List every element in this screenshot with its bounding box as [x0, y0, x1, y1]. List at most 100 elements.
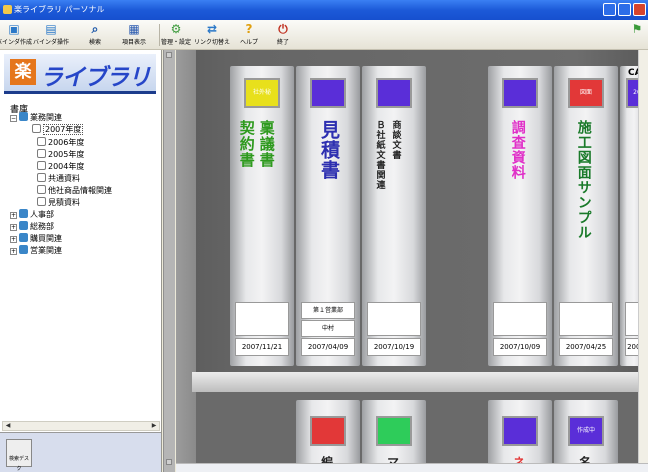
search-icon: ⌕ [91, 22, 99, 36]
tree-node[interactable]: 共通資料 [37, 173, 80, 184]
binder-title: 調査資料 [509, 120, 526, 180]
binder-spine[interactable]: 調査資料 2007/10/09 [488, 66, 552, 366]
tree-node[interactable]: 2004年度 [37, 161, 84, 172]
minimize-button[interactable] [603, 3, 616, 16]
binder-color-label [376, 78, 412, 108]
window-title: 楽ライブラリ パーソナル [14, 5, 105, 14]
binder-title: 見積書 [317, 120, 340, 180]
binder-icon [37, 137, 46, 146]
binder-spine[interactable]: 編 [296, 400, 360, 472]
toolbar: ▣ バインダ作成 ▤ バインダ操作 ⌕ 検索 ▦ 項目表示 ⚙ 管理・設定 ⇄ リンク切替え? ヘルプ ⏻… [0, 20, 648, 50]
right-toolbar-button[interactable]: ⚑ [628, 22, 646, 48]
grid-button[interactable]: ▦ 項目表示 [116, 22, 152, 48]
binder-icon [37, 185, 46, 194]
binder-icon [37, 173, 46, 182]
tree-node-label: 2007年度 [43, 124, 84, 135]
toolbar-label: ヘルプ [239, 39, 258, 46]
binder-spine[interactable]: Ｂ社紙文書関連 商談文書 2007/10/19 [362, 66, 426, 366]
tree-node-label: 他社商品情報関連 [48, 186, 112, 195]
binder-title: Ｂ社紙文書関連 [374, 120, 385, 190]
app-small-icon: ⚑ [631, 22, 643, 36]
left-bottom-panel: 検索デスク [0, 432, 161, 472]
binder-color-label: 社外秘 [244, 78, 280, 108]
maximize-button[interactable] [618, 3, 631, 16]
shelf-hscrollbar[interactable] [176, 463, 648, 472]
expand-toggle-icon[interactable]: − [10, 115, 17, 122]
expand-toggle-icon[interactable]: + [10, 248, 17, 255]
settings-button[interactable]: ⚙ 管理・設定 [158, 22, 194, 48]
binder-tag: 社外秘 [252, 89, 271, 96]
scroll-left-icon[interactable]: ◀ [3, 422, 13, 430]
toolbar-label: 管理・設定 [160, 39, 191, 46]
help-button[interactable]: ? ヘルプ [231, 22, 267, 48]
help-icon: ? [245, 22, 253, 36]
toolbar-label: リンク切替え [194, 39, 231, 46]
expand-toggle-icon[interactable]: + [10, 224, 17, 231]
binder-label-row: 第１営業部 [301, 302, 355, 319]
scroll-right-icon[interactable]: ▶ [149, 422, 159, 430]
tree-node[interactable]: 2005年度 [37, 149, 84, 160]
tree-hscrollbar[interactable]: ◀ ▶ [2, 421, 160, 431]
binder-label-box [559, 302, 613, 336]
binder-color-label [310, 78, 346, 108]
binder-label-box [493, 302, 547, 336]
folder-icon [19, 112, 28, 121]
tree-node[interactable]: + 総務部 [10, 221, 54, 232]
expand-toggle-icon[interactable]: + [10, 212, 17, 219]
binder-label-row: 中村 [301, 320, 355, 337]
tree-node[interactable]: + 購買関連 [10, 233, 62, 244]
folder-icon [19, 233, 28, 242]
search-button[interactable]: ⌕ 検索 [77, 22, 113, 48]
toolbar-label: バインダ操作 [33, 39, 70, 46]
toolbar-label: 終了 [276, 39, 289, 46]
tree-node-label: 業務関連 [30, 113, 62, 122]
close-button[interactable] [633, 3, 646, 16]
tree-node[interactable]: + 人事部 [10, 209, 54, 220]
tree-node[interactable]: 2006年度 [37, 137, 84, 148]
search-desk-button[interactable]: 検索デスク [6, 439, 32, 472]
toolbar-label: 検索 [88, 39, 101, 46]
exit-button[interactable]: ⏻ 終了 [265, 22, 301, 48]
binder-icon [37, 197, 46, 206]
tree-node[interactable]: + 営業関連 [10, 245, 62, 256]
toolbar-label: 項目表示 [121, 39, 146, 46]
toolbar-label: バインダ作成 [0, 39, 33, 46]
tree-node-label: 2005年度 [48, 150, 85, 159]
binder-spine[interactable]: 図面 施工図面サンプル 2007/04/25 [554, 66, 618, 366]
binder-spine[interactable]: 見積書 第１営業部 中村 2007/04/09 [296, 66, 360, 366]
binder-title: 施工図面サンプル [575, 120, 592, 240]
link-switch-button[interactable]: ⇄ リンク切替え [194, 22, 230, 48]
settings-icon: ⚙ [170, 22, 182, 36]
toolbar-separator [159, 24, 160, 46]
binder-date: 2007/10/09 [493, 338, 547, 356]
panel-splitter[interactable] [163, 50, 175, 472]
binder-tag: 作成中 [576, 427, 595, 434]
binder-date: 2007/11/21 [235, 338, 289, 356]
binder-operate-icon: ▤ [45, 22, 57, 36]
tree-node[interactable]: 2007年度 [32, 124, 84, 135]
splitter-grip[interactable] [166, 459, 172, 465]
binder-date: 2007/10/19 [367, 338, 421, 356]
exit-icon: ⏻ [278, 22, 288, 36]
title-bar: 楽ライブラリ パーソナル [0, 0, 648, 20]
shelf-side [176, 50, 196, 472]
tree-node[interactable]: 他社商品情報関連 [37, 185, 112, 196]
binder-spine[interactable]: 社外秘 契約書 稟議書 2007/11/21 [230, 66, 294, 366]
link-switch-icon: ⇄ [206, 22, 218, 36]
splitter-grip[interactable] [166, 52, 172, 58]
tree-node[interactable]: 見積資料 [37, 197, 80, 208]
folder-icon [19, 221, 28, 230]
tree-node[interactable]: − 業務関連 [10, 112, 62, 123]
binder-spine[interactable]: ネ [488, 400, 552, 472]
binder-tag: 図面 [579, 89, 592, 96]
binder-spine[interactable]: マ [362, 400, 426, 472]
binder-spine[interactable]: 作成中名 [554, 400, 618, 472]
shelf-vscrollbar[interactable] [638, 50, 648, 470]
binder-create-button[interactable]: ▣ バインダ作成 [0, 22, 32, 48]
folder-icon [19, 209, 28, 218]
binder-operate-button[interactable]: ▤ バインダ操作 [33, 22, 69, 48]
binder-color-label [376, 416, 412, 446]
expand-toggle-icon[interactable]: + [10, 236, 17, 243]
binder-create-icon: ▣ [8, 22, 20, 36]
binder-title: 契約書 [237, 120, 256, 168]
